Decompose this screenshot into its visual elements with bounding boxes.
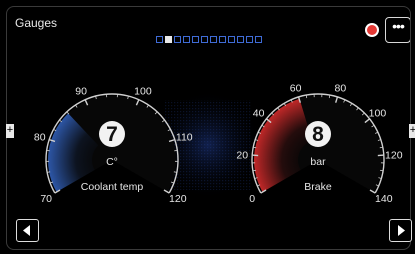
gauge-name: Coolant temp [81, 181, 144, 193]
gauge-canvas: 70 80 90 100 110 120 7 C° Coolant temp 0 20 40 60 80 1… [34, 82, 403, 205]
gauge-unit: C° [106, 156, 118, 168]
gauge-tick [305, 94, 308, 99]
gauge-name: Brake [304, 181, 332, 193]
arrow-right-icon [398, 225, 405, 236]
gauge-tick-label: 120 [169, 193, 187, 205]
gauge-tick [328, 94, 331, 99]
arrow-left-icon [23, 225, 30, 236]
gauge-tick-label: 110 [176, 132, 193, 144]
gauge-value: 7 [106, 123, 118, 146]
gauge-tick-label: 40 [253, 108, 265, 120]
next-page-button[interactable] [389, 219, 412, 242]
gauge-tick-label: 100 [369, 108, 387, 120]
gauge-tick-label: 90 [75, 86, 87, 98]
gauge-tick [47, 171, 51, 173]
gauge-tick [379, 146, 383, 149]
prev-page-button[interactable] [16, 219, 39, 242]
gauge-tick-label: 80 [335, 82, 347, 94]
gauge-tick-label: 70 [40, 193, 52, 205]
gauge-tick-label: 60 [290, 82, 302, 94]
gauge-tick-label: 140 [375, 193, 393, 205]
gauge-tick-label: 120 [385, 149, 403, 161]
gauge-tick [253, 146, 257, 149]
gauge-tick-label: 100 [134, 86, 152, 98]
gauge-tick [173, 171, 177, 173]
gauge-value: 8 [312, 123, 324, 146]
gauge-tick-label: 80 [34, 132, 46, 144]
gauge-tick-label: 20 [236, 149, 248, 161]
gauge-tick-label: 0 [249, 193, 255, 205]
gauge-unit: bar [310, 156, 326, 168]
